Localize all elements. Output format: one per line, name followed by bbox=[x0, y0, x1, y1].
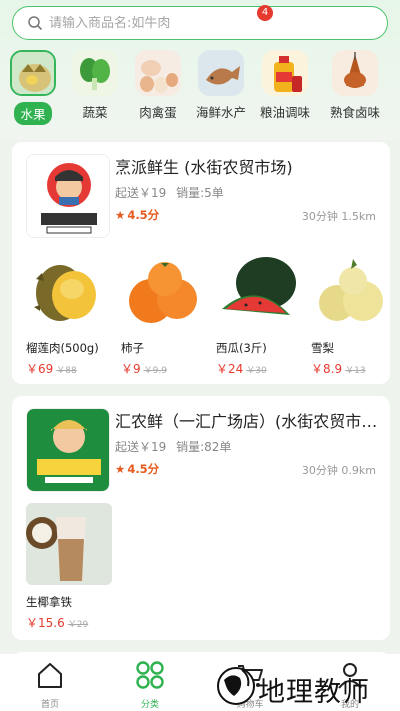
delivery-distance: 30分钟 0.9km bbox=[301, 464, 376, 477]
store-name: 烹派鲜生 (水街农贸市场) bbox=[115, 158, 293, 177]
product-price-row: ￥69 ￥88 bbox=[26, 360, 112, 377]
category-grid-icon bbox=[136, 661, 164, 689]
category-seafood[interactable]: 海鲜水产 bbox=[192, 50, 250, 121]
product-name: 生椰拿铁 bbox=[26, 595, 72, 609]
category-label: 蔬菜 bbox=[82, 105, 108, 120]
category-seafood-image bbox=[198, 50, 244, 96]
product-price: ￥15.6 bbox=[26, 616, 65, 630]
category-grain-oil-image bbox=[262, 50, 308, 96]
product-name: 西瓜(3斤) bbox=[216, 341, 267, 355]
category-row: 水果 蔬菜 肉禽蛋 海鲜水产 粮油调味 熟食卤味 bbox=[0, 50, 400, 130]
search-input[interactable] bbox=[49, 15, 349, 31]
store-card[interactable]: 烹派鲜生 (水街农贸市场) 起送￥19 销量:5单 ★ 4.5分 30分钟 1.5… bbox=[12, 142, 390, 384]
product-price-row: ￥15.6 ￥29 bbox=[26, 614, 112, 631]
product-price: ￥9 bbox=[121, 362, 141, 376]
tab-home[interactable]: 首页 bbox=[20, 660, 80, 710]
product-old-price: ￥13 bbox=[345, 366, 366, 376]
store-logo bbox=[26, 408, 110, 492]
rating-value: 4.5分 bbox=[127, 208, 160, 222]
category-meat-egg[interactable]: 肉禽蛋 bbox=[129, 50, 187, 121]
star-icon: ★ bbox=[115, 462, 126, 476]
product-image bbox=[26, 503, 112, 585]
category-meat-egg-image bbox=[135, 50, 181, 96]
category-label: 肉禽蛋 bbox=[139, 105, 177, 120]
product-item[interactable]: 西瓜(3斤) ￥24 ￥30 bbox=[216, 249, 302, 377]
product-price-row: ￥9 ￥9.9 bbox=[121, 360, 207, 377]
category-label: 熟食卤味 bbox=[329, 105, 380, 120]
product-image bbox=[311, 249, 390, 331]
product-item[interactable]: 榴莲肉(500g) ￥69 ￥88 bbox=[26, 249, 112, 377]
product-price: ￥8.9 bbox=[311, 362, 343, 376]
product-price: ￥24 bbox=[216, 362, 244, 376]
category-label: 粮油调味 bbox=[259, 105, 310, 120]
product-old-price: ￥29 bbox=[67, 620, 89, 630]
product-old-price: ￥88 bbox=[56, 366, 77, 376]
category-label: 水果 bbox=[14, 102, 52, 125]
product-name: 榴莲肉(500g) bbox=[26, 341, 99, 355]
store-rating: ★ 4.5分 bbox=[115, 461, 159, 477]
sales-count: 销量:82单 bbox=[176, 440, 232, 454]
category-deli-image bbox=[332, 50, 378, 96]
category-vegetable[interactable]: 蔬菜 bbox=[66, 50, 124, 121]
store-card[interactable]: 汇农鲜（一汇广场店）(水街农贸市场) 起送￥19 销量:82单 ★ 4.5分 30… bbox=[12, 396, 390, 640]
cart-badge: 4 bbox=[257, 5, 273, 21]
store-name: 汇农鲜（一汇广场店）(水街农贸市场) bbox=[115, 412, 383, 431]
product-item[interactable]: 生椰拿铁 ￥15.6 ￥29 bbox=[26, 503, 112, 631]
rating-value: 4.5分 bbox=[127, 462, 160, 476]
category-deli[interactable]: 熟食卤味 bbox=[326, 50, 384, 121]
category-grain-oil[interactable]: 粮油调味 bbox=[256, 50, 314, 121]
search-icon bbox=[28, 16, 42, 30]
category-label: 海鲜水产 bbox=[195, 105, 246, 120]
search-bar[interactable] bbox=[12, 6, 388, 40]
product-price: ￥69 bbox=[26, 362, 54, 376]
product-list: 生椰拿铁 ￥15.6 ￥29 bbox=[26, 503, 390, 633]
min-order: 起送￥19 bbox=[115, 440, 167, 454]
product-price-row: ￥8.9 ￥13 bbox=[311, 360, 390, 377]
watermark-text: 地理教师 bbox=[258, 677, 370, 708]
delivery-distance: 30分钟 1.5km bbox=[301, 210, 376, 223]
category-vegetable-image bbox=[72, 50, 118, 96]
store-meta: 起送￥19 销量:82单 bbox=[115, 438, 231, 455]
min-order: 起送￥19 bbox=[115, 186, 167, 200]
store-logo bbox=[26, 154, 110, 238]
product-item[interactable]: 柿子 ￥9 ￥9.9 bbox=[121, 249, 207, 377]
product-image bbox=[216, 249, 302, 331]
product-old-price: ￥30 bbox=[246, 366, 267, 376]
product-image bbox=[121, 249, 207, 331]
tab-label: 分类 bbox=[140, 700, 159, 710]
tab-category[interactable]: 分类 bbox=[120, 660, 180, 710]
star-icon: ★ bbox=[115, 208, 126, 222]
product-image bbox=[26, 249, 112, 331]
product-item[interactable]: 雪梨 ￥8.9 ￥13 bbox=[311, 249, 390, 377]
store-rating: ★ 4.5分 bbox=[115, 207, 159, 223]
tab-label: 首页 bbox=[40, 700, 59, 710]
store-meta: 起送￥19 销量:5单 bbox=[115, 184, 224, 201]
category-fruit[interactable]: 水果 bbox=[4, 50, 62, 125]
sales-count: 销量:5单 bbox=[176, 186, 224, 200]
product-list: 榴莲肉(500g) ￥69 ￥88 柿子 ￥9 ￥9.9 西瓜(3斤) ￥24 ￥30… bbox=[26, 249, 390, 379]
product-name: 柿子 bbox=[121, 341, 144, 355]
product-price-row: ￥24 ￥30 bbox=[216, 360, 302, 377]
category-fruit-image bbox=[10, 50, 56, 96]
product-old-price: ￥9.9 bbox=[143, 366, 167, 376]
home-icon bbox=[38, 663, 62, 688]
product-name: 雪梨 bbox=[311, 341, 334, 355]
